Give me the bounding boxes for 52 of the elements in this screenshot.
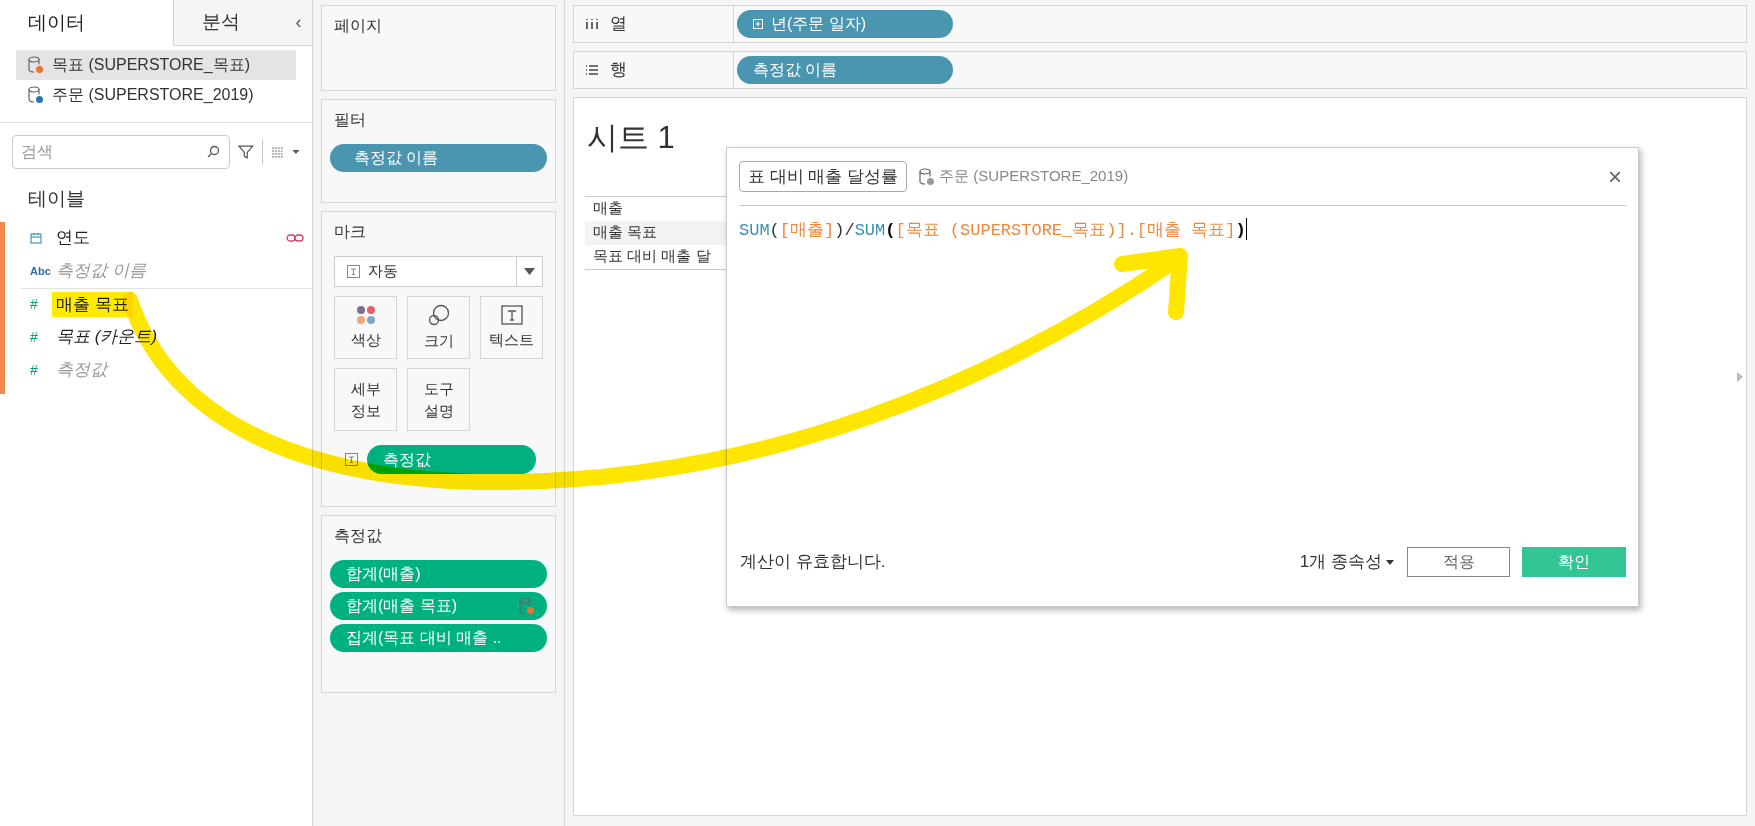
text-mark-icon: [347, 265, 360, 278]
text-box-icon: [500, 304, 523, 325]
card-title: 페이지: [334, 16, 383, 36]
mark-property-button[interactable]: 세부 정보: [334, 368, 397, 431]
formula-text[interactable]: SUM([매출])/SUM([목표 (SUPERSTORE_목표)].[매출 목표]): [739, 218, 1246, 244]
shelf-label: 행: [610, 59, 627, 82]
text-cursor: [1245, 218, 1247, 240]
type-label: #: [30, 327, 38, 347]
filter-icon[interactable]: [238, 144, 254, 160]
mark-property-button[interactable]: 색상: [334, 296, 397, 359]
database-icon: [919, 167, 936, 186]
rows-icon: [586, 65, 598, 75]
section-title: 테이블: [28, 187, 86, 211]
expand-icon: [753, 19, 763, 29]
row-header: 목표 대비 매출 달: [592, 246, 712, 267]
validation-status: 계산이 유효합니다.: [740, 551, 886, 574]
data-source-label: 주문 (SUPERSTORE_2019): [939, 166, 1129, 187]
color-dots-icon: [355, 304, 376, 325]
mark-type-dropdown[interactable]: 자동: [334, 256, 543, 287]
expand-arrow-icon: [1737, 372, 1743, 382]
type-label: #: [30, 295, 38, 314]
type-label: #: [30, 360, 38, 380]
database-icon: [519, 597, 535, 615]
sheet-title: 시트 1: [587, 119, 675, 157]
data-source-item[interactable]: 주문 (SUPERSTORE_2019): [16, 80, 296, 110]
database-icon: [28, 86, 44, 104]
field-item[interactable]: 연도: [56, 225, 90, 251]
columns-icon: [586, 19, 598, 29]
card-title: 필터: [334, 110, 367, 130]
shelf-label: 열: [610, 13, 627, 36]
caret-icon: [1386, 559, 1394, 565]
calendar-icon: [30, 232, 42, 244]
data-source-item[interactable]: 목표 (SUPERSTORE_목표): [16, 50, 296, 80]
mark-property-button[interactable]: 텍스트: [480, 296, 543, 359]
type-label: Abc: [30, 263, 51, 279]
collapse-button[interactable]: ‹: [285, 0, 312, 46]
card-title: 측정값: [334, 526, 383, 546]
search-field[interactable]: 검색: [12, 135, 231, 169]
calculation-name-field[interactable]: 표 대비 매출 달성률: [739, 161, 908, 192]
size-circles-icon: [427, 303, 450, 326]
search-icon: [207, 145, 221, 158]
view-options-icon[interactable]: [270, 146, 300, 158]
mark-property-button[interactable]: 도구 설명: [407, 368, 470, 431]
database-icon: [28, 56, 44, 74]
mark-property-button[interactable]: 크기: [407, 296, 470, 359]
dropdown-arrow-icon: [524, 268, 535, 275]
dependencies-dropdown[interactable]: 1개 종속성: [1299, 549, 1394, 575]
card-title: 마크: [334, 222, 367, 242]
close-button[interactable]: ×: [1608, 164, 1622, 189]
row-header: 매출: [592, 198, 624, 219]
apply-button[interactable]: 적용: [1407, 547, 1510, 577]
panel-tab[interactable]: 분석: [173, 0, 285, 46]
